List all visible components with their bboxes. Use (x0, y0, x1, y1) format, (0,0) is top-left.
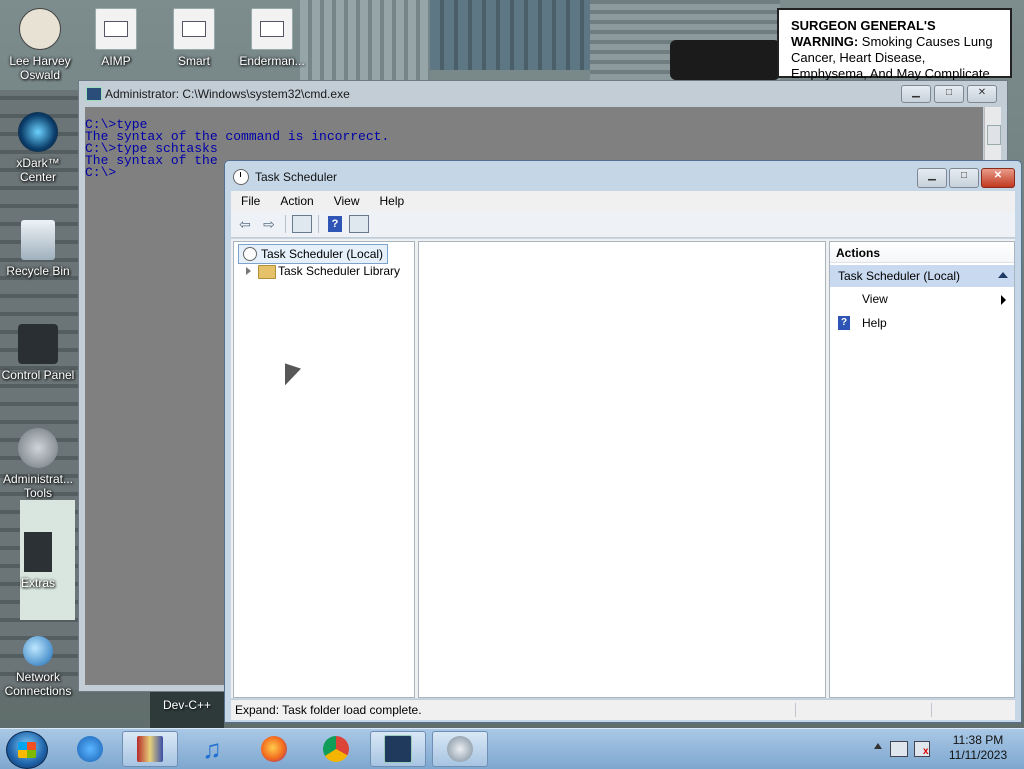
taskbar-itunes[interactable]: ♫ (184, 731, 240, 767)
minimize-button[interactable]: ▁ (901, 85, 931, 103)
chrome-icon (323, 736, 349, 762)
menu-bar: File Action View Help (231, 191, 1015, 211)
file-icon (173, 8, 215, 50)
control-panel-icon (18, 324, 58, 364)
desktop-icon-extras[interactable]: Extras (0, 532, 76, 590)
cmd-titlebar[interactable]: Administrator: C:\Windows\system32\cmd.e… (79, 81, 1007, 107)
maximize-button[interactable]: □ (949, 168, 979, 188)
status-bar: Expand: Task folder load complete. (231, 699, 1015, 720)
menu-view[interactable]: View (324, 194, 370, 208)
character-icon (19, 8, 61, 50)
start-button[interactable] (6, 731, 48, 769)
taskbar-cmd[interactable] (370, 731, 426, 767)
tree-item-task-scheduler-local[interactable]: Task Scheduler (Local) (238, 244, 389, 264)
desktop-icon-lee-harvey-oswald[interactable]: Lee Harvey Oswald (2, 8, 78, 82)
file-icon (251, 8, 293, 50)
desktop-icon-enderman[interactable]: Enderman... (234, 8, 310, 68)
taskbar-firefox[interactable] (246, 731, 302, 767)
orb-icon (18, 112, 58, 152)
cmd-title: Administrator: C:\Windows\system32\cmd.e… (105, 87, 350, 101)
taskbar: ♫ 11:38 PM 11/11/2023 (0, 728, 1024, 769)
taskbar-chrome[interactable] (308, 731, 364, 767)
console-tree[interactable]: Task Scheduler (Local) Task Scheduler Li… (233, 241, 415, 698)
recycle-bin-icon (21, 220, 55, 260)
action-view[interactable]: View (830, 287, 1014, 311)
help-icon[interactable]: ? (325, 215, 345, 233)
clock-date: 11/11/2023 (948, 748, 1008, 762)
show-hide-console-tree-icon[interactable] (292, 215, 312, 233)
close-button[interactable]: ✕ (967, 85, 997, 103)
gear-icon (18, 428, 58, 468)
volume-muted-icon[interactable] (914, 741, 930, 757)
submenu-arrow-icon (1001, 295, 1006, 305)
folder-icon (258, 265, 276, 279)
action-help[interactable]: ? Help (830, 311, 1014, 335)
globe-icon (23, 636, 53, 666)
desktop-icon-control-panel[interactable]: Control Panel (0, 324, 76, 382)
menu-help[interactable]: Help (370, 194, 415, 208)
window-title: Task Scheduler (255, 170, 338, 184)
task-scheduler-icon (447, 736, 473, 762)
forward-arrow-icon[interactable]: ⇨ (259, 215, 279, 233)
file-icon (95, 8, 137, 50)
itunes-icon: ♫ (202, 734, 222, 764)
close-button[interactable]: ✕ (981, 168, 1015, 188)
tree-item-task-scheduler-library[interactable]: Task Scheduler Library (246, 262, 400, 280)
collapse-arrow-icon[interactable] (998, 272, 1008, 278)
desktop-icon-aimp[interactable]: AIMP (78, 8, 154, 68)
toolbar: ⇦ ⇨ ? (231, 211, 1015, 238)
task-scheduler-window[interactable]: Task Scheduler ▁ □ ✕ File Action View He… (224, 160, 1022, 723)
status-text: Expand: Task folder load complete. (235, 703, 422, 717)
minimize-button[interactable]: ▁ (917, 168, 947, 188)
taskbar-task-scheduler[interactable] (432, 731, 488, 767)
internet-explorer-icon (77, 736, 103, 762)
scroll-thumb[interactable] (987, 125, 1001, 145)
taskbar-internet-explorer[interactable] (62, 731, 118, 767)
firefox-icon (261, 736, 287, 762)
desktop-icon-recycle-bin[interactable]: Recycle Bin (0, 220, 76, 278)
main-content: Task Scheduler (Local) Task Scheduler Li… (231, 239, 1015, 698)
desktop-icon-xdark-center[interactable]: xDark™ Center (0, 112, 76, 184)
actions-header: Actions (830, 242, 1014, 263)
actions-pane: Actions Task Scheduler (Local) View ? He… (829, 241, 1015, 698)
desktop-icon-administrative-tools[interactable]: Administrat... Tools (0, 428, 76, 500)
console-line: C:\>type schtasks (85, 141, 218, 156)
system-tray: 11:38 PM 11/11/2023 (864, 729, 1024, 769)
winrar-icon (137, 736, 163, 762)
maximize-button[interactable]: □ (934, 85, 964, 103)
clock[interactable]: 11:38 PM 11/11/2023 (938, 733, 1018, 763)
actions-section-task-scheduler-local[interactable]: Task Scheduler (Local) (830, 265, 1014, 287)
center-pane[interactable] (418, 241, 826, 698)
taskbar-winrar[interactable] (122, 731, 178, 767)
cmd-icon (384, 735, 412, 763)
show-hidden-icons-icon[interactable] (874, 743, 882, 749)
console-line: The syntax of the command is incorrect. (85, 129, 390, 144)
show-hide-action-pane-icon[interactable] (349, 215, 369, 233)
menu-file[interactable]: File (231, 194, 270, 208)
network-icon[interactable] (890, 741, 908, 757)
cmd-icon (86, 87, 102, 101)
folder-icon (24, 532, 52, 572)
expand-arrow-icon[interactable] (246, 267, 251, 275)
back-arrow-icon[interactable]: ⇦ (235, 215, 255, 233)
desktop-icon-smart[interactable]: Smart (156, 8, 232, 68)
clock-icon (233, 169, 249, 185)
help-icon: ? (838, 316, 850, 330)
clock-time: 11:38 PM (952, 733, 1004, 747)
dev-cpp-desktop-icon[interactable]: Dev-C++ (150, 692, 224, 728)
task-scheduler-titlebar[interactable]: Task Scheduler ▁ □ ✕ (225, 161, 1021, 191)
clock-icon (243, 247, 257, 261)
surgeon-general-warning: SURGEON GENERAL'S WARNING: Smoking Cause… (777, 8, 1012, 97)
menu-action[interactable]: Action (270, 194, 323, 208)
desktop-icon-network-connections[interactable]: Network Connections (0, 636, 76, 698)
